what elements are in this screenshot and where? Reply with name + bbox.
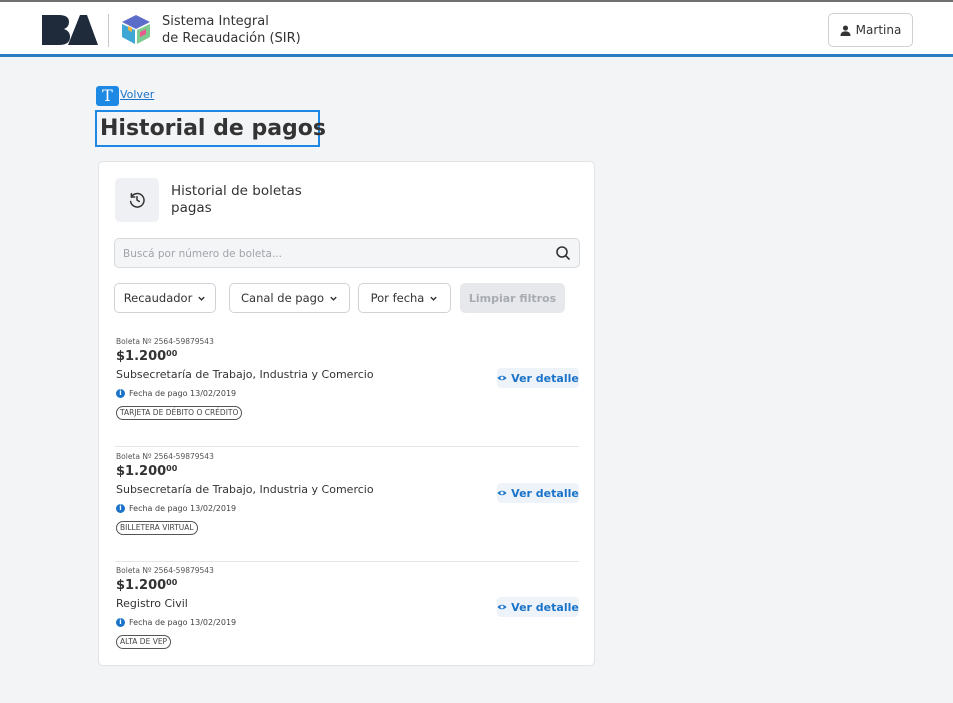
top-header: Sistema Integral de Recaudación (SIR) Ma…: [0, 0, 953, 57]
payment-description: Subsecretaría de Trabajo, Industria y Co…: [116, 368, 374, 381]
filter-recaudador-label: Recaudador: [123, 291, 193, 305]
chevron-down-icon: [430, 296, 438, 301]
payment-amount-value: $1.200: [116, 578, 167, 593]
sir-logo: [122, 15, 150, 44]
payment-item: Boleta Nº 2564-59879543 $1.20000 Subsecr…: [115, 447, 579, 562]
view-detail-label: Ver detalle: [511, 600, 579, 614]
payment-item: Boleta Nº 2564-59879543 $1.20000 Registr…: [115, 561, 579, 676]
search-input[interactable]: [123, 244, 543, 264]
info-icon: i: [116, 618, 125, 627]
chevron-down-icon: [330, 296, 337, 301]
info-icon: i: [116, 504, 125, 513]
payment-number: Boleta Nº 2564-59879543: [116, 337, 214, 346]
payment-description: Registro Civil: [116, 597, 188, 610]
payment-item: Boleta Nº 2564-59879543 $1.20000 Subsecr…: [115, 332, 579, 447]
payment-amount-value: $1.200: [116, 349, 167, 364]
filter-fecha-label: Por fecha: [370, 291, 425, 305]
filter-canal-label: Canal de pago: [241, 291, 324, 305]
eye-icon: [497, 490, 507, 496]
payment-date: i Fecha de pago 13/02/2019: [116, 618, 236, 627]
payment-number: Boleta Nº 2564-59879543: [116, 566, 214, 575]
filter-canal-de-pago[interactable]: Canal de pago: [229, 283, 350, 313]
system-title-line2: de Recaudación (SIR): [162, 31, 301, 46]
search-box: [114, 238, 580, 268]
card-title: Historial de boletas pagas: [171, 183, 302, 216]
header-divider: [108, 14, 109, 47]
info-icon: i: [116, 389, 125, 398]
history-icon-box: [115, 178, 159, 222]
user-name: Martina: [855, 23, 902, 37]
filter-por-fecha[interactable]: Por fecha: [358, 283, 451, 313]
text-cursor-icon: T: [96, 86, 119, 106]
page-title: Historial de pagos: [95, 110, 326, 147]
history-icon: [129, 192, 145, 208]
payment-history-card: Historial de boletas pagas Recaudador Ca…: [98, 161, 595, 666]
payment-number: Boleta Nº 2564-59879543: [116, 452, 214, 461]
payment-date: i Fecha de pago 13/02/2019: [116, 389, 236, 398]
clear-filters-button[interactable]: Limpiar filtros: [460, 283, 565, 313]
view-detail-label: Ver detalle: [511, 371, 579, 385]
view-detail-button[interactable]: Ver detalle: [497, 368, 579, 388]
payment-amount-cents: 00: [166, 578, 178, 587]
back-link[interactable]: Volver: [120, 88, 154, 101]
payment-description: Subsecretaría de Trabajo, Industria y Co…: [116, 483, 374, 496]
view-detail-button[interactable]: Ver detalle: [497, 597, 579, 617]
payment-amount: $1.20000: [116, 578, 177, 593]
system-title-line1: Sistema Integral: [162, 14, 269, 29]
payment-date-text: Fecha de pago 13/02/2019: [129, 504, 237, 513]
chevron-down-icon: [198, 296, 206, 301]
payment-date: i Fecha de pago 13/02/2019: [116, 504, 236, 513]
payment-amount: $1.20000: [116, 464, 177, 479]
payment-amount: $1.20000: [116, 349, 177, 364]
view-detail-label: Ver detalle: [511, 486, 579, 500]
eye-icon: [497, 604, 507, 610]
payment-method-badge: BILLETERA VIRTUAL: [116, 521, 198, 535]
ba-logo[interactable]: [42, 15, 98, 45]
payment-method-badge: ALTA DE VEP: [116, 635, 172, 649]
payment-method-badge: TARJETA DE DÉBITO O CRÉDITO: [116, 406, 243, 420]
eye-icon: [497, 375, 507, 381]
payment-date-text: Fecha de pago 13/02/2019: [129, 389, 237, 398]
payment-amount-cents: 00: [166, 349, 178, 358]
filter-recaudador[interactable]: Recaudador: [114, 283, 216, 313]
payment-date-text: Fecha de pago 13/02/2019: [129, 618, 237, 627]
view-detail-button[interactable]: Ver detalle: [497, 483, 579, 503]
system-title: Sistema Integral de Recaudación (SIR): [162, 13, 301, 47]
payment-amount-cents: 00: [166, 464, 178, 473]
user-menu-button[interactable]: Martina: [828, 13, 913, 47]
user-icon: [840, 24, 851, 36]
payment-amount-value: $1.200: [116, 464, 167, 479]
search-icon[interactable]: [555, 245, 571, 261]
